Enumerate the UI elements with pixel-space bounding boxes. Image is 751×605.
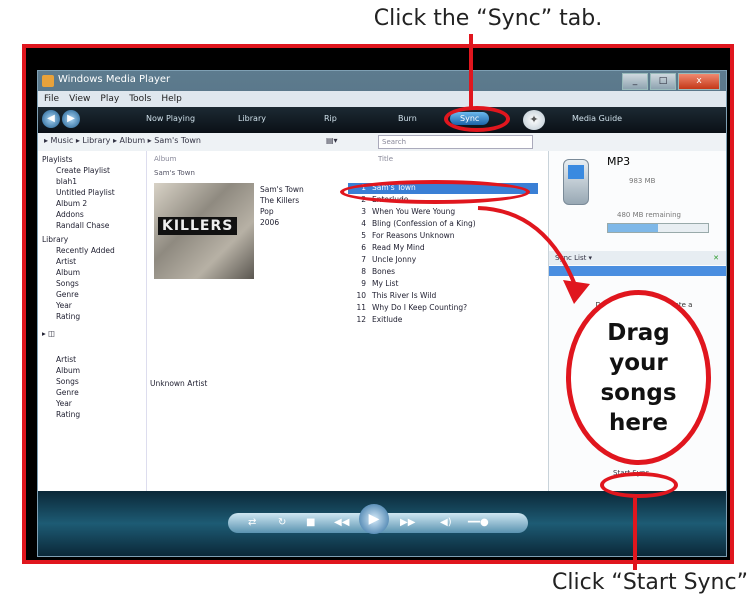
breadcrumb[interactable]: ▸ Music ▸ Library ▸ Album ▸ Sam's Town <box>44 136 201 145</box>
tab-rip[interactable]: Rip <box>324 114 337 123</box>
table-row[interactable]: 9 My List <box>348 279 538 290</box>
sync-list-close-icon[interactable]: ✕ <box>713 251 719 265</box>
maximize-button[interactable]: □ <box>650 73 676 90</box>
menu-play[interactable]: Play <box>100 91 119 107</box>
instruction-caption-top: Click the “Sync” tab. <box>373 6 603 31</box>
device-name: MP3 <box>607 155 631 168</box>
mp3-player-icon[interactable] <box>563 159 589 205</box>
nav-item[interactable]: blah1 <box>56 177 77 186</box>
column-header-title[interactable]: Title <box>378 155 393 163</box>
annotation-circle-sync-tab <box>444 106 510 132</box>
nav-item[interactable]: Untitled Playlist <box>56 188 115 197</box>
address-bar: ▸ Music ▸ Library ▸ Album ▸ Sam's Town ▤… <box>38 133 726 152</box>
playback-controls: ⇄ ↻ ■ ◀◀ ▶ ▶▶ ◀) ━━● <box>38 491 726 556</box>
annotation-circle-selected-track <box>340 180 530 204</box>
navigation-pane: Playlists Create Playlist blah1 Untitled… <box>38 151 147 491</box>
window-controls: _ □ x <box>622 73 720 90</box>
nav-other-header-icon[interactable]: ▸ ◫ <box>42 329 55 338</box>
capacity-bar-fill <box>608 224 658 232</box>
drag-text-line: here <box>609 409 668 436</box>
column-header-album[interactable]: Album <box>154 155 176 163</box>
instruction-caption-bottom: Click “Start Sync” <box>552 570 748 595</box>
album-genre: Pop <box>260 207 274 216</box>
table-row[interactable]: 8 Bones <box>348 267 538 278</box>
annotation-circle-start-sync <box>600 472 678 498</box>
table-row[interactable]: 11 Why Do I Keep Counting? <box>348 303 538 314</box>
nav-item[interactable]: Addons <box>56 210 84 219</box>
unknown-artist-label[interactable]: Unknown Artist <box>150 379 207 388</box>
repeat-icon[interactable]: ↻ <box>278 517 286 528</box>
nav-library-header[interactable]: Library <box>42 235 68 244</box>
menu-view[interactable]: View <box>69 91 90 107</box>
tab-now-playing[interactable]: Now Playing <box>146 114 195 123</box>
nav-item[interactable]: Genre <box>56 388 79 397</box>
mute-icon[interactable]: ◀) <box>440 517 452 528</box>
sync-list-dropdown[interactable]: Sync List ▾ ✕ <box>549 251 726 265</box>
nav-item[interactable]: Recently Added <box>56 246 115 255</box>
nav-item[interactable]: Album <box>56 366 80 375</box>
annotation-line-bottom <box>633 498 637 570</box>
tab-library[interactable]: Library <box>238 114 266 123</box>
device-free-space: 480 MB remaining <box>617 211 681 219</box>
volume-slider-icon[interactable]: ━━● <box>468 517 489 528</box>
table-row[interactable]: 4 Bling (Confession of a King) <box>348 219 538 230</box>
table-row[interactable]: 12 Exitlude <box>348 315 538 326</box>
table-row[interactable]: 3 When You Were Young <box>348 207 538 218</box>
nav-item[interactable]: Randall Chase <box>56 221 109 230</box>
tab-burn[interactable]: Burn <box>398 114 417 123</box>
drag-text-line: your <box>609 349 668 376</box>
nav-item[interactable]: Songs <box>56 279 79 288</box>
capacity-bar <box>607 223 709 233</box>
table-row[interactable]: 10 This River Is Wild <box>348 291 538 302</box>
device-capacity: 983 MB <box>629 177 656 185</box>
search-input[interactable]: Search <box>378 135 533 149</box>
nav-item[interactable]: Create Playlist <box>56 166 110 175</box>
table-row[interactable]: 6 Read My Mind <box>348 243 538 254</box>
app-icon <box>42 75 54 87</box>
tab-media-guide[interactable]: Media Guide <box>572 114 622 123</box>
tab-bar: ◀ ▶ Now Playing Library Rip Burn Sync ✦ … <box>38 107 726 133</box>
shuffle-icon[interactable]: ⇄ <box>248 517 256 528</box>
sync-list-highlight <box>549 266 726 276</box>
menu-file[interactable]: File <box>44 91 59 107</box>
media-guide-orb-icon[interactable]: ✦ <box>523 110 545 130</box>
album-group-label: Sam's Town <box>154 169 195 177</box>
stop-icon[interactable]: ■ <box>306 517 315 528</box>
nav-item[interactable]: Album 2 <box>56 199 87 208</box>
forward-arrow-icon[interactable]: ▶ <box>62 110 80 128</box>
nav-item[interactable]: Songs <box>56 377 79 386</box>
nav-item[interactable]: Artist <box>56 355 76 364</box>
table-row[interactable]: 7 Uncle Jonny <box>348 255 538 266</box>
album-title: Sam's Town <box>260 185 304 194</box>
view-options-icon[interactable]: ▤▾ <box>326 136 338 145</box>
nav-item[interactable]: Artist <box>56 257 76 266</box>
nav-playlists-header[interactable]: Playlists <box>42 155 73 164</box>
nav-item[interactable]: Year <box>56 399 72 408</box>
annotation-drag-bubble: Drag your songs here <box>566 290 711 465</box>
menu-bar: File View Play Tools Help <box>38 91 726 107</box>
nav-item[interactable]: Album <box>56 268 80 277</box>
next-icon[interactable]: ▶▶ <box>400 517 415 528</box>
nav-item[interactable]: Rating <box>56 312 80 321</box>
nav-item[interactable]: Genre <box>56 290 79 299</box>
title-bar: Windows Media Player _ □ x <box>38 71 726 91</box>
previous-icon[interactable]: ◀◀ <box>334 517 349 528</box>
play-button-icon[interactable]: ▶ <box>359 504 389 534</box>
menu-tools[interactable]: Tools <box>129 91 151 107</box>
drag-text-line: Drag <box>607 319 670 346</box>
menu-help[interactable]: Help <box>161 91 182 107</box>
album-art-band-text: KILLERS <box>158 217 238 235</box>
table-row[interactable]: 5 For Reasons Unknown <box>348 231 538 242</box>
window-title: Windows Media Player <box>58 74 171 85</box>
annotation-line-top <box>469 34 473 108</box>
nav-item[interactable]: Rating <box>56 410 80 419</box>
album-year: 2006 <box>260 218 280 227</box>
drag-text-line: songs <box>600 379 677 406</box>
close-button[interactable]: x <box>678 73 720 90</box>
minimize-button[interactable]: _ <box>622 73 648 90</box>
album-artist: The Killers <box>260 196 300 205</box>
back-arrow-icon[interactable]: ◀ <box>42 110 60 128</box>
nav-item[interactable]: Year <box>56 301 72 310</box>
album-art[interactable]: KILLERS <box>154 183 254 279</box>
